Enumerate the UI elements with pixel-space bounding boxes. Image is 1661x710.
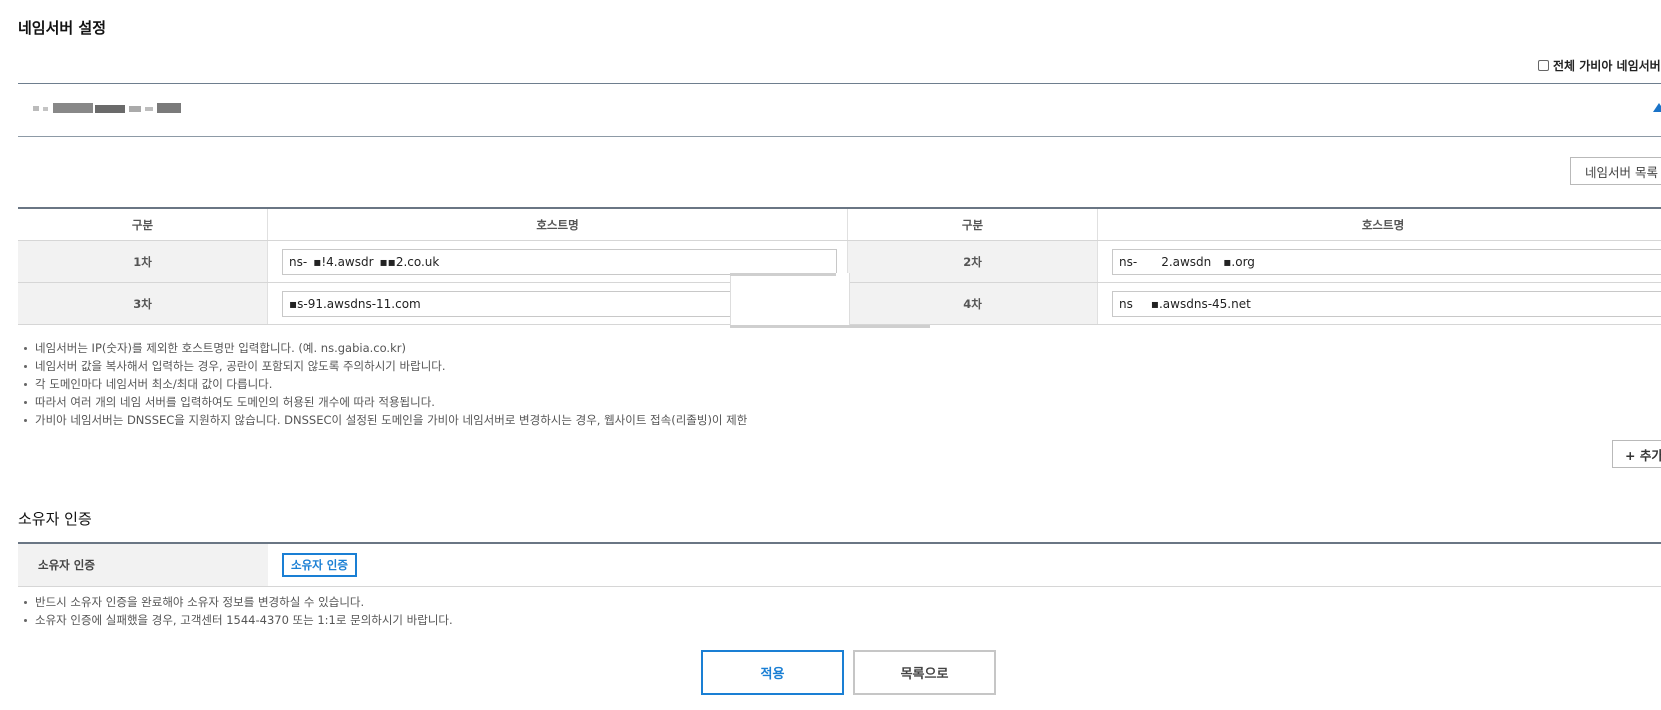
owner-notes: 반드시 소유자 인증을 완료해야 소유자 정보를 변경하실 수 있습니다. 소유… (18, 593, 453, 629)
masked-domain-name (33, 103, 181, 113)
nameserver-2-input[interactable]: ns- 2.awsdn ▪.org (1112, 248, 1661, 275)
accordion-top-border (18, 83, 1661, 84)
back-to-list-button[interactable]: 목록으로 (853, 650, 996, 695)
row-label-secondary: 2차 (848, 241, 1098, 282)
header-hostname-1: 호스트명 (268, 209, 848, 240)
owner-row-cell: 소유자 인증 (268, 544, 1661, 586)
list-item: 가비아 네임서버는 DNSSEC을 지원하지 않습니다. DNSSEC이 설정된… (18, 411, 747, 429)
checkbox-icon[interactable] (1538, 60, 1549, 71)
nameserver-cell-2: ns- 2.awsdn ▪.org (1098, 241, 1661, 282)
owner-row-label: 소유자 인증 (18, 544, 268, 586)
owner-verify-button[interactable]: 소유자 인증 (282, 553, 357, 577)
list-item: 따라서 여러 개의 네임 서버를 입력하여도 도메인의 허용된 개수에 따라 적… (18, 393, 747, 411)
list-item: 네임서버 값을 복사해서 입력하는 경우, 공란이 포함되지 않도록 주의하시기… (18, 357, 747, 375)
row-label-primary: 1차 (18, 241, 268, 282)
row-label-quaternary: 4차 (848, 283, 1098, 324)
owner-verification-table: 소유자 인증 소유자 인증 (18, 542, 1661, 587)
list-item: 네임서버는 IP(숫자)를 제외한 호스트명만 입력합니다. (예. ns.ga… (18, 339, 747, 357)
header-type-1: 구분 (18, 209, 268, 240)
nameserver-list-button[interactable]: 네임서버 목록 (1570, 157, 1661, 185)
list-item: 반드시 소유자 인증을 완료해야 소유자 정보를 변경하실 수 있습니다. (18, 593, 453, 611)
add-nameserver-button[interactable]: + 추가 (1612, 440, 1661, 468)
header-type-2: 구분 (848, 209, 1098, 240)
apply-button[interactable]: 적용 (701, 650, 844, 695)
all-gabia-nameserver-label: 전체 가비아 네임서버 사 (1553, 59, 1661, 73)
overlay-line (730, 273, 836, 276)
nameserver-1-input[interactable]: ns- ▪!4.awsdr ▪▪2.co.uk (282, 248, 837, 275)
page-section-title: 네임서버 설정 (18, 19, 107, 37)
nameserver-4-input[interactable]: ns ▪.awsdns-45.net (1112, 290, 1661, 317)
nameserver-notes: 네임서버는 IP(숫자)를 제외한 호스트명만 입력합니다. (예. ns.ga… (18, 339, 747, 429)
nameserver-cell-4: ns ▪.awsdns-45.net (1098, 283, 1661, 324)
triangle-up-icon[interactable] (1653, 103, 1661, 112)
list-item: 각 도메인마다 네임서버 최소/최대 값이 다릅니다. (18, 375, 747, 393)
row-label-tertiary: 3차 (18, 283, 268, 324)
list-item: 소유자 인증에 실패했을 경우, 고객센터 1544-4370 또는 1:1로 … (18, 611, 453, 629)
owner-section-title: 소유자 인증 (18, 510, 92, 528)
table-header-row: 구분 호스트명 구분 호스트명 (18, 209, 1661, 241)
overlay-popup (730, 273, 850, 328)
header-hostname-2: 호스트명 (1098, 209, 1661, 240)
all-gabia-nameserver-checkbox[interactable]: 전체 가비아 네임서버 사 (1538, 57, 1661, 74)
overlay-line (730, 325, 930, 328)
accordion-bottom-border (18, 136, 1661, 137)
